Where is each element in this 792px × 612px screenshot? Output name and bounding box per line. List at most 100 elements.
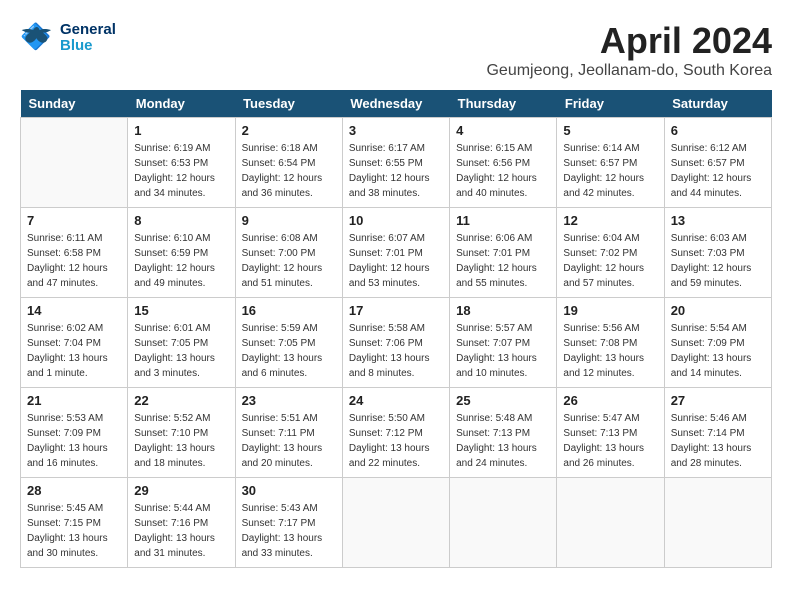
day-info: Sunrise: 6:12 AM Sunset: 6:57 PM Dayligh… (671, 141, 765, 201)
day-number: 12 (563, 213, 657, 228)
calendar-cell: 30Sunrise: 5:43 AM Sunset: 7:17 PM Dayli… (235, 478, 342, 568)
week-row-0: 1 Sunrise: 6:19 AM Sunset: 6:53 PM Daylig… (21, 118, 772, 208)
week-row-2: 14 Sunrise: 6:02 AM Sunset: 7:04 PM Dayli… (21, 298, 772, 388)
day-info: Sunrise: 6:18 AM Sunset: 6:54 PM Dayligh… (242, 141, 336, 201)
calendar-cell: 18 Sunrise: 5:57 AM Sunset: 7:07 PM Dayli… (450, 298, 557, 388)
day-info: Sunrise: 6:04 AM Sunset: 7:02 PM Dayligh… (563, 231, 657, 291)
calendar-cell: 25 Sunrise: 5:48 AM Sunset: 7:13 PM Dayli… (450, 388, 557, 478)
logo: 🔷 General Blue (20, 20, 116, 56)
day-info: Sunrise: 5:43 AM Sunset: 7:17 PM Dayligh… (242, 501, 336, 561)
calendar-cell: 10 Sunrise: 6:07 AM Sunset: 7:01 PM Dayli… (342, 208, 449, 298)
day-info: Sunrise: 5:44 AM Sunset: 7:16 PM Dayligh… (134, 501, 228, 561)
day-number: 16 (242, 303, 336, 318)
calendar-cell: 6 Sunrise: 6:12 AM Sunset: 6:57 PM Daylig… (664, 118, 771, 208)
calendar-cell: 12 Sunrise: 6:04 AM Sunset: 7:02 PM Dayli… (557, 208, 664, 298)
day-info: Sunrise: 6:08 AM Sunset: 7:00 PM Dayligh… (242, 231, 336, 291)
day-number: 18 (456, 303, 550, 318)
calendar-cell: 19Sunrise: 5:56 AM Sunset: 7:08 PM Dayli… (557, 298, 664, 388)
day-info: Sunrise: 5:47 AM Sunset: 7:13 PM Dayligh… (563, 411, 657, 471)
calendar-cell: 16 Sunrise: 5:59 AM Sunset: 7:05 PM Dayli… (235, 298, 342, 388)
weekday-header-row: SundayMondayTuesdayWednesdayThursdayFrid… (21, 90, 772, 118)
month-title: April 2024 (486, 20, 772, 62)
calendar-cell: 29 Sunrise: 5:44 AM Sunset: 7:16 PM Dayli… (128, 478, 235, 568)
weekday-header-saturday: Saturday (664, 90, 771, 118)
day-info: Sunrise: 5:45 AM Sunset: 7:15 PM Dayligh… (27, 501, 121, 561)
logo-icon: 🔷 (20, 20, 56, 56)
day-info: Sunrise: 5:53 AM Sunset: 7:09 PM Dayligh… (27, 411, 121, 471)
calendar-cell: 26 Sunrise: 5:47 AM Sunset: 7:13 PM Dayli… (557, 388, 664, 478)
calendar-table: SundayMondayTuesdayWednesdayThursdayFrid… (20, 90, 772, 568)
calendar-cell: 1 Sunrise: 6:19 AM Sunset: 6:53 PM Daylig… (128, 118, 235, 208)
weekday-header-tuesday: Tuesday (235, 90, 342, 118)
day-info: Sunrise: 6:10 AM Sunset: 6:59 PM Dayligh… (134, 231, 228, 291)
calendar-cell (21, 118, 128, 208)
day-number: 8 (134, 213, 228, 228)
day-info: Sunrise: 6:03 AM Sunset: 7:03 PM Dayligh… (671, 231, 765, 291)
day-number: 26 (563, 393, 657, 408)
day-info: Sunrise: 5:56 AM Sunset: 7:08 PM Dayligh… (563, 321, 657, 381)
day-number: 23 (242, 393, 336, 408)
day-number: 28 (27, 483, 121, 498)
calendar-cell: 14 Sunrise: 6:02 AM Sunset: 7:04 PM Dayli… (21, 298, 128, 388)
day-number: 29 (134, 483, 228, 498)
day-info: Sunrise: 6:17 AM Sunset: 6:55 PM Dayligh… (349, 141, 443, 201)
day-number: 4 (456, 123, 550, 138)
day-info: Sunrise: 6:01 AM Sunset: 7:05 PM Dayligh… (134, 321, 228, 381)
day-number: 14 (27, 303, 121, 318)
day-info: Sunrise: 6:02 AM Sunset: 7:04 PM Dayligh… (27, 321, 121, 381)
calendar-cell: 11 Sunrise: 6:06 AM Sunset: 7:01 PM Dayli… (450, 208, 557, 298)
calendar-cell: 23 Sunrise: 5:51 AM Sunset: 7:11 PM Dayli… (235, 388, 342, 478)
calendar-cell: 9Sunrise: 6:08 AM Sunset: 7:00 PM Daylig… (235, 208, 342, 298)
day-info: Sunrise: 5:48 AM Sunset: 7:13 PM Dayligh… (456, 411, 550, 471)
calendar-cell: 22 Sunrise: 5:52 AM Sunset: 7:10 PM Dayli… (128, 388, 235, 478)
calendar-cell (557, 478, 664, 568)
calendar-cell: 17Sunrise: 5:58 AM Sunset: 7:06 PM Dayli… (342, 298, 449, 388)
calendar-cell: 28 Sunrise: 5:45 AM Sunset: 7:15 PM Dayli… (21, 478, 128, 568)
calendar-cell: 24 Sunrise: 5:50 AM Sunset: 7:12 PM Dayli… (342, 388, 449, 478)
day-info: Sunrise: 5:57 AM Sunset: 7:07 PM Dayligh… (456, 321, 550, 381)
calendar-cell: 20 Sunrise: 5:54 AM Sunset: 7:09 PM Dayli… (664, 298, 771, 388)
calendar-cell: 3 Sunrise: 6:17 AM Sunset: 6:55 PM Daylig… (342, 118, 449, 208)
title-block: April 2024 Geumjeong, Jeollanam-do, Sout… (486, 20, 772, 80)
week-row-3: 21 Sunrise: 5:53 AM Sunset: 7:09 PM Dayli… (21, 388, 772, 478)
logo-line2: Blue (60, 38, 116, 55)
page-header: 🔷 General Blue April 2024 Geumjeong, Jeo… (20, 20, 772, 80)
calendar-cell (450, 478, 557, 568)
day-info: Sunrise: 5:52 AM Sunset: 7:10 PM Dayligh… (134, 411, 228, 471)
day-number: 10 (349, 213, 443, 228)
day-info: Sunrise: 5:59 AM Sunset: 7:05 PM Dayligh… (242, 321, 336, 381)
day-info: Sunrise: 6:06 AM Sunset: 7:01 PM Dayligh… (456, 231, 550, 291)
day-number: 27 (671, 393, 765, 408)
day-number: 21 (27, 393, 121, 408)
day-number: 24 (349, 393, 443, 408)
day-info: Sunrise: 6:14 AM Sunset: 6:57 PM Dayligh… (563, 141, 657, 201)
day-number: 1 (134, 123, 228, 138)
day-info: Sunrise: 6:11 AM Sunset: 6:58 PM Dayligh… (27, 231, 121, 291)
day-info: Sunrise: 5:50 AM Sunset: 7:12 PM Dayligh… (349, 411, 443, 471)
day-number: 17 (349, 303, 443, 318)
day-number: 11 (456, 213, 550, 228)
day-number: 13 (671, 213, 765, 228)
day-number: 7 (27, 213, 121, 228)
weekday-header-thursday: Thursday (450, 90, 557, 118)
day-number: 3 (349, 123, 443, 138)
day-info: Sunrise: 5:54 AM Sunset: 7:09 PM Dayligh… (671, 321, 765, 381)
calendar-cell (664, 478, 771, 568)
calendar-cell: 4Sunrise: 6:15 AM Sunset: 6:56 PM Daylig… (450, 118, 557, 208)
day-number: 25 (456, 393, 550, 408)
calendar-cell: 2 Sunrise: 6:18 AM Sunset: 6:54 PM Daylig… (235, 118, 342, 208)
day-number: 22 (134, 393, 228, 408)
day-info: Sunrise: 5:51 AM Sunset: 7:11 PM Dayligh… (242, 411, 336, 471)
weekday-header-sunday: Sunday (21, 90, 128, 118)
day-info: Sunrise: 6:07 AM Sunset: 7:01 PM Dayligh… (349, 231, 443, 291)
week-row-4: 28 Sunrise: 5:45 AM Sunset: 7:15 PM Dayli… (21, 478, 772, 568)
weekday-header-wednesday: Wednesday (342, 90, 449, 118)
calendar-cell: 5Sunrise: 6:14 AM Sunset: 6:57 PM Daylig… (557, 118, 664, 208)
day-number: 6 (671, 123, 765, 138)
day-number: 20 (671, 303, 765, 318)
calendar-body: 1 Sunrise: 6:19 AM Sunset: 6:53 PM Daylig… (21, 118, 772, 568)
calendar-cell: 15Sunrise: 6:01 AM Sunset: 7:05 PM Dayli… (128, 298, 235, 388)
day-number: 2 (242, 123, 336, 138)
day-info: Sunrise: 6:19 AM Sunset: 6:53 PM Dayligh… (134, 141, 228, 201)
calendar-cell: 27Sunrise: 5:46 AM Sunset: 7:14 PM Dayli… (664, 388, 771, 478)
